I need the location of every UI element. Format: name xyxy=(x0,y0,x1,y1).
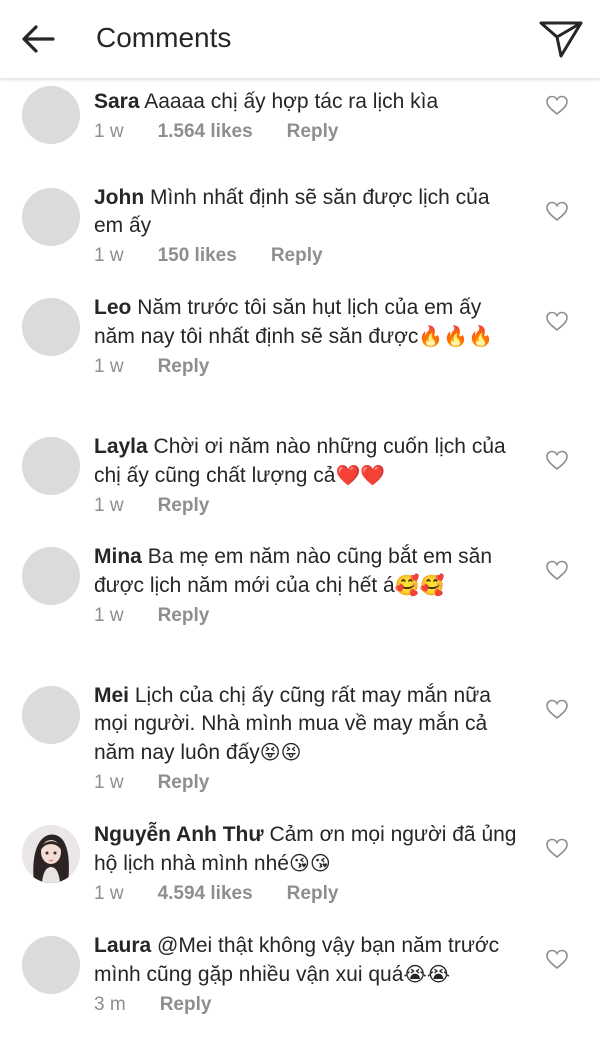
page-title: Comments xyxy=(96,22,232,53)
heart-icon[interactable] xyxy=(545,837,569,859)
reply-button[interactable]: Reply xyxy=(158,495,210,517)
comment-username[interactable]: Nguyễn Anh Thư xyxy=(94,823,264,846)
comment-meta: 3 m Reply xyxy=(94,994,524,1016)
comment-meta: 1 w Reply xyxy=(94,772,524,794)
comment-username[interactable]: Leo xyxy=(94,296,131,319)
avatar[interactable] xyxy=(22,86,80,144)
heart-icon[interactable] xyxy=(545,559,569,581)
comment-meta: 1 w 1.564 likes Reply xyxy=(94,121,524,143)
comment-text: John Mình nhất định sẽ săn được lịch của… xyxy=(94,184,524,240)
comment-message: Aaaaa chị ấy hợp tác ra lịch kìa xyxy=(144,90,439,113)
avatar[interactable] xyxy=(22,298,80,356)
comment-meta: 1 w 4.594 likes Reply xyxy=(94,883,524,905)
comment-time: 1 w xyxy=(94,605,124,626)
comment-text: Nguyễn Anh Thư Cảm ơn mọi người đã ủng h… xyxy=(94,821,524,878)
comment-username[interactable]: Layla xyxy=(94,435,148,458)
comment-text: Mina Ba mẹ em năm nào cũng bắt em săn đư… xyxy=(94,543,524,600)
comment-meta: 1 w 150 likes Reply xyxy=(94,245,524,267)
comment-text: Laura @Mei thật không vậy bạn năm trước … xyxy=(94,932,524,989)
heart-icon[interactable] xyxy=(545,310,569,332)
comment-emojis: 😭😭 xyxy=(403,962,451,986)
comment-message: Mình nhất định sẽ săn được lịch của em ấ… xyxy=(94,186,490,237)
comment-text: Mei Lịch của chị ấy cũng rất may mắn nữa… xyxy=(94,682,524,767)
avatar[interactable] xyxy=(22,188,80,246)
comment-time: 1 w xyxy=(94,356,124,377)
reply-button[interactable]: Reply xyxy=(158,605,210,627)
reply-button[interactable]: Reply xyxy=(287,121,339,143)
comment-time: 1 w xyxy=(94,883,124,904)
profile-photo xyxy=(22,825,80,883)
avatar[interactable] xyxy=(22,936,80,994)
comment-time: 1 w xyxy=(94,245,124,266)
back-button[interactable] xyxy=(18,19,58,59)
comment-meta: 1 w Reply xyxy=(94,605,524,627)
comment-likes[interactable]: 4.594 likes xyxy=(158,883,253,905)
comment-text: Sara Aaaaa chị ấy hợp tác ra lịch kìa xyxy=(94,88,524,116)
heart-icon[interactable] xyxy=(545,449,569,471)
comment-message: Chời ơi năm nào những cuốn lịch của chị … xyxy=(94,435,506,487)
reply-button[interactable]: Reply xyxy=(158,772,210,794)
heart-icon[interactable] xyxy=(545,94,569,116)
comment-emojis: 🥰🥰 xyxy=(394,573,445,597)
header-bar: Comments xyxy=(0,0,600,78)
reply-button[interactable]: Reply xyxy=(160,994,212,1016)
reply-button[interactable]: Reply xyxy=(158,356,210,378)
comment-time: 3 m xyxy=(94,994,126,1015)
comment-emojis: 😝😝 xyxy=(259,740,302,764)
comment-time: 1 w xyxy=(94,772,124,793)
comment-likes[interactable]: 1.564 likes xyxy=(158,121,253,143)
comment-emojis: ❤️❤️ xyxy=(335,463,386,487)
comment-username[interactable]: Mina xyxy=(94,545,142,568)
comment-username[interactable]: Laura xyxy=(94,934,151,957)
comment-emojis: 🔥🔥🔥 xyxy=(418,324,494,348)
comment-username[interactable]: Mei xyxy=(94,684,129,707)
comment-time: 1 w xyxy=(94,495,124,516)
avatar[interactable] xyxy=(22,686,80,744)
comment-text: Layla Chời ơi năm nào những cuốn lịch củ… xyxy=(94,433,524,490)
avatar[interactable] xyxy=(22,437,80,495)
avatar[interactable] xyxy=(22,547,80,605)
comment-meta: 1 w Reply xyxy=(94,495,524,517)
heart-icon[interactable] xyxy=(545,948,569,970)
comment-username[interactable]: Sara xyxy=(94,90,140,113)
reply-button[interactable]: Reply xyxy=(271,245,323,267)
paper-plane-icon xyxy=(539,21,583,58)
heart-icon[interactable] xyxy=(545,200,569,222)
share-button[interactable] xyxy=(536,16,586,62)
comment-meta: 1 w Reply xyxy=(94,356,524,378)
avatar[interactable] xyxy=(22,825,80,883)
comment-username[interactable]: John xyxy=(94,186,144,209)
comment-time: 1 w xyxy=(94,121,124,142)
arrow-left-icon xyxy=(22,25,55,53)
comment-likes[interactable]: 150 likes xyxy=(158,245,237,267)
heart-icon[interactable] xyxy=(545,698,569,720)
comment-emojis: 😘😘 xyxy=(288,851,331,875)
comment-text: Leo Năm trước tôi săn hụt lịch của em ấy… xyxy=(94,294,524,351)
reply-button[interactable]: Reply xyxy=(287,883,339,905)
